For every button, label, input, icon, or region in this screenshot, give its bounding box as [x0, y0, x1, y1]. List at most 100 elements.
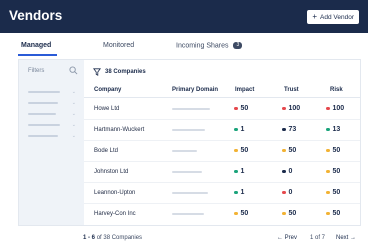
column-company[interactable]: Company [94, 87, 121, 93]
add-vendor-button[interactable]: + Add Vendor [307, 10, 359, 24]
page-title: Vendors [9, 8, 63, 23]
trust-score: 50 [282, 210, 296, 217]
filters-sidebar: Filters ⌄ ⌄ ⌄ ⌄ ⌄ [19, 60, 84, 225]
status-dot [234, 106, 238, 111]
impact-value: 1 [240, 126, 245, 133]
status-dot [234, 148, 238, 153]
filter-placeholder [28, 113, 56, 115]
status-dot [282, 211, 286, 216]
status-dot [326, 169, 330, 174]
column-primary-domain[interactable]: Primary Domain [172, 87, 218, 93]
column-risk[interactable]: Risk [330, 87, 343, 93]
impact-value: 50 [240, 147, 249, 154]
status-dot [282, 169, 286, 174]
filter-icon[interactable] [93, 68, 101, 76]
company-name[interactable]: Hartmann-Wuckert [94, 127, 144, 133]
trust-value: 0 [288, 168, 293, 175]
risk-score: 50 [326, 168, 340, 175]
domain-placeholder [172, 129, 205, 131]
risk-score: 13 [326, 126, 340, 133]
filter-group[interactable]: ⌄ [28, 133, 76, 139]
domain-placeholder [172, 171, 202, 173]
impact-value: 1 [240, 189, 245, 196]
vendors-table-area: 38 Companies Company Primary Domain Impa… [84, 60, 360, 225]
column-trust[interactable]: Trust [284, 87, 299, 93]
table-row[interactable]: Leannon-Upton 1 0 50 [84, 183, 360, 204]
table-row[interactable]: Johnston Ltd 1 0 50 [84, 162, 360, 183]
filter-placeholder [28, 124, 60, 126]
company-count-label: 38 Companies [105, 69, 146, 75]
table-row[interactable]: Howe Ltd 50 100 100 [84, 99, 360, 120]
pagination-range: 1 - 6 [83, 235, 96, 241]
page-indicator: 1 of 7 [310, 235, 326, 241]
trust-value: 100 [288, 105, 301, 112]
tab-incoming-shares[interactable]: Incoming Shares 3 [176, 42, 243, 50]
filters-label: Filters [28, 68, 45, 74]
chevron-down-icon: ⌄ [71, 133, 76, 139]
impact-score: 1 [234, 126, 244, 133]
trust-value: 0 [288, 189, 293, 196]
risk-value: 13 [332, 126, 341, 133]
filter-group[interactable]: ⌄ [28, 100, 76, 106]
pagination-bar: 1 - 6 of 38 Companies ← Prev 1 of 7 Next… [0, 226, 368, 249]
impact-score: 50 [234, 147, 248, 154]
status-dot [282, 190, 286, 195]
chevron-down-icon: ⌄ [71, 111, 76, 117]
table-row[interactable]: Harvey-Con Inc 50 50 50 [84, 204, 360, 225]
impact-value: 50 [240, 105, 249, 112]
trust-score: 100 [282, 105, 300, 112]
risk-value: 50 [332, 147, 341, 154]
prev-page-button[interactable]: ← Prev [277, 235, 297, 241]
status-dot [234, 127, 238, 132]
risk-value: 50 [332, 210, 341, 217]
status-dot [234, 190, 238, 195]
status-dot [326, 211, 330, 216]
impact-score: 1 [234, 189, 244, 196]
search-icon[interactable] [69, 66, 78, 75]
risk-value: 100 [332, 105, 345, 112]
filter-group[interactable]: ⌄ [28, 111, 76, 117]
column-impact[interactable]: Impact [235, 87, 254, 93]
risk-value: 50 [332, 168, 341, 175]
status-dot [326, 106, 330, 111]
table-row[interactable]: Hartmann-Wuckert 1 73 13 [84, 120, 360, 141]
filter-placeholder [28, 135, 58, 137]
vendors-panel: Filters ⌄ ⌄ ⌄ ⌄ ⌄ 38 Companies Company P… [18, 59, 361, 226]
trust-value: 73 [288, 126, 297, 133]
table-row[interactable]: Bode Ltd 50 50 50 [84, 141, 360, 162]
status-dot [326, 148, 330, 153]
chevron-down-icon: ⌄ [71, 122, 76, 128]
chevron-down-icon: ⌄ [71, 100, 76, 106]
risk-score: 100 [326, 105, 344, 112]
company-name[interactable]: Bode Ltd [94, 148, 118, 154]
chevron-down-icon: ⌄ [71, 89, 76, 95]
tab-managed[interactable]: Managed [21, 42, 51, 49]
next-page-button[interactable]: Next → [336, 235, 356, 241]
company-name[interactable]: Harvey-Con Inc [94, 211, 136, 217]
pagination-total: of 38 Companies [96, 235, 143, 241]
impact-score: 50 [234, 210, 248, 217]
trust-value: 50 [288, 147, 297, 154]
add-vendor-label: Add Vendor [320, 13, 354, 21]
trust-score: 0 [282, 168, 292, 175]
status-dot [282, 106, 286, 111]
company-name[interactable]: Leannon-Upton [94, 190, 135, 196]
filter-group[interactable]: ⌄ [28, 122, 76, 128]
company-name[interactable]: Howe Ltd [94, 106, 119, 112]
company-name[interactable]: Johnston Ltd [94, 169, 128, 175]
risk-score: 50 [326, 189, 340, 196]
active-tab-indicator [18, 54, 57, 56]
domain-placeholder [172, 192, 208, 194]
domain-placeholder [172, 213, 204, 215]
filter-group[interactable]: ⌄ [28, 89, 76, 95]
impact-value: 1 [240, 168, 245, 175]
tab-incoming-shares-label: Incoming Shares [176, 42, 229, 50]
header-bar: Vendors + Add Vendor [0, 0, 368, 33]
status-dot [234, 211, 238, 216]
status-dot [234, 169, 238, 174]
company-count: 38 Companies [93, 68, 146, 76]
tab-monitored[interactable]: Monitored [103, 42, 134, 49]
status-dot [326, 127, 330, 132]
filter-placeholder [28, 91, 60, 93]
trust-score: 50 [282, 147, 296, 154]
